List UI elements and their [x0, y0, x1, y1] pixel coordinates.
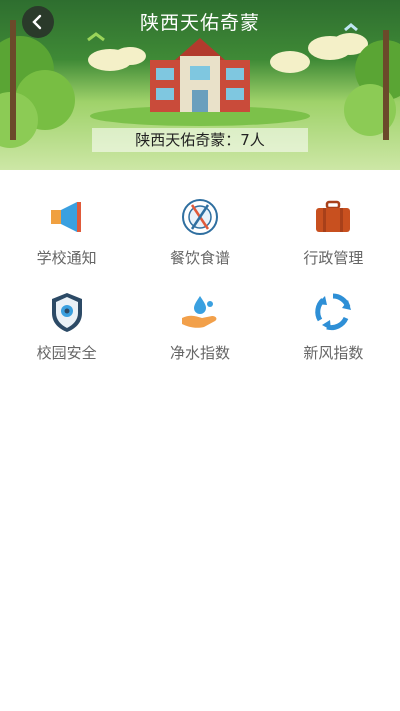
plate-utensils-icon	[178, 195, 222, 239]
menu-item-campus-safety[interactable]: 校园安全	[0, 290, 133, 363]
menu-item-water-index[interactable]: 净水指数	[133, 290, 266, 363]
menu-item-administration[interactable]: 行政管理	[267, 195, 400, 268]
page-title: 陕西天佑奇蒙	[139, 12, 260, 34]
header-banner: 陕西天佑奇蒙 陕西天佑奇蒙：7人	[0, 0, 400, 170]
member-count-banner: 陕西天佑奇蒙：7人	[92, 128, 308, 152]
menu-item-label: 行政管理	[303, 249, 364, 267]
menu-item-fresh-air-index[interactable]: 新风指数	[267, 290, 400, 363]
feature-grid: 学校通知 餐饮食谱 行政管理 校园安全 净水指数 新风指数	[0, 195, 400, 363]
menu-item-catering-menu[interactable]: 餐饮食谱	[133, 195, 266, 268]
water-drop-hand-icon	[178, 290, 222, 334]
menu-item-label: 校园安全	[36, 344, 97, 362]
menu-item-label: 学校通知	[36, 249, 97, 267]
megaphone-icon	[45, 195, 89, 239]
menu-item-label: 新风指数	[303, 344, 364, 362]
menu-item-school-notice[interactable]: 学校通知	[0, 195, 133, 268]
refresh-cycle-icon	[311, 290, 355, 334]
menu-item-label: 餐饮食谱	[169, 249, 230, 267]
security-camera-shield-icon	[45, 290, 89, 334]
briefcase-icon	[311, 195, 355, 239]
menu-item-label: 净水指数	[169, 344, 230, 362]
